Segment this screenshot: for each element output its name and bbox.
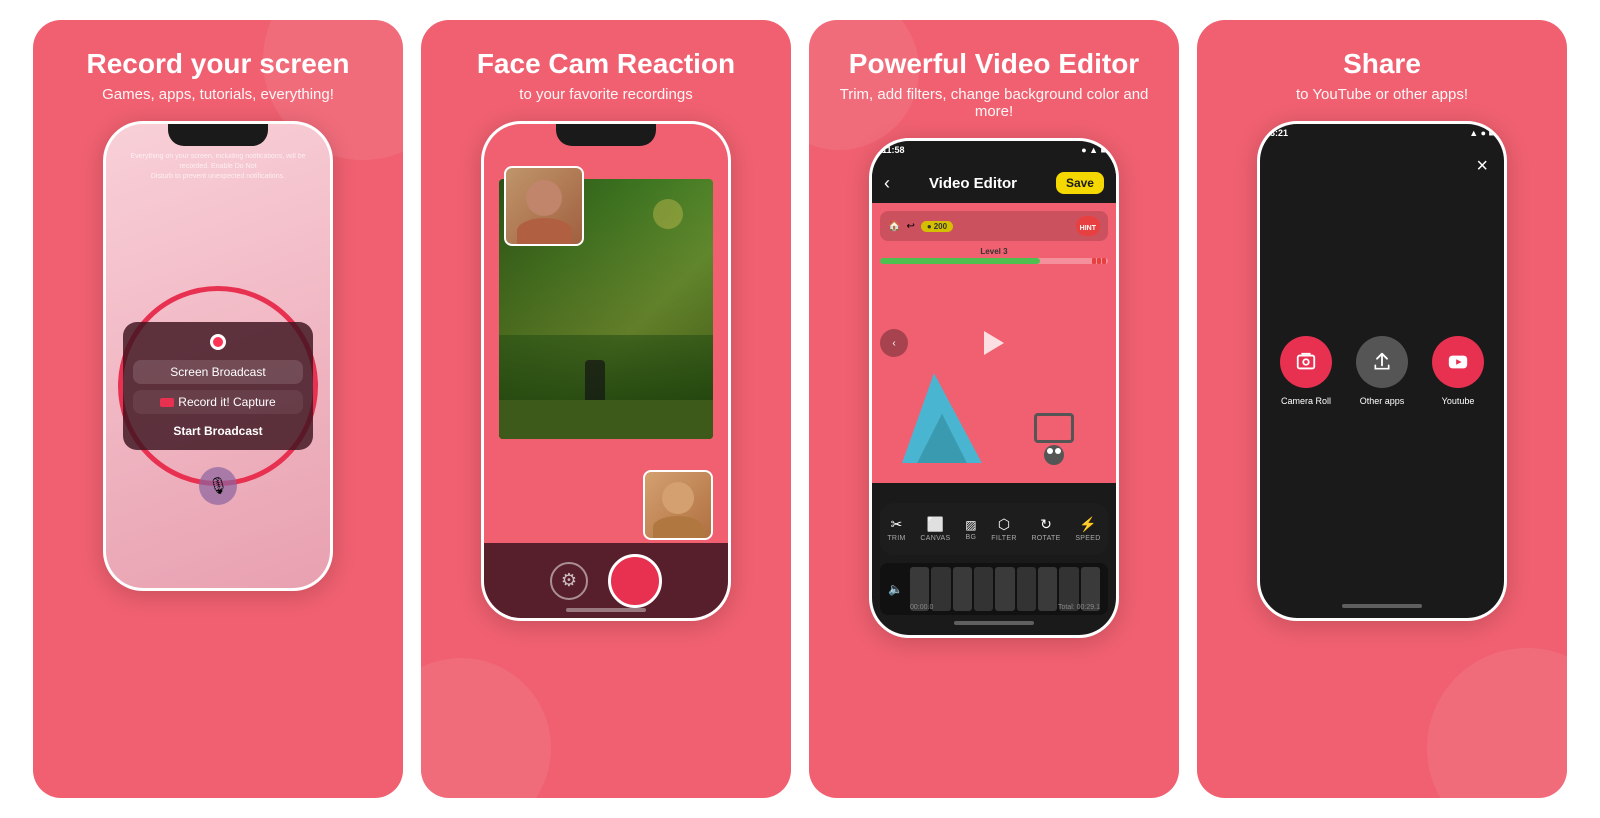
mic-icon: 🎙 — [208, 476, 228, 496]
ve-tool-trim[interactable]: ✂ TRIM — [887, 516, 905, 542]
share-time: 3:21 — [1270, 128, 1288, 138]
home-bar-2 — [566, 608, 646, 612]
ve-tool-speed[interactable]: ⚡ SPEED — [1075, 516, 1100, 542]
settings-btn[interactable]: ⚙ — [550, 562, 588, 600]
home-bar-4 — [1342, 604, 1422, 608]
phone-screen-record: Everything on your screen, including not… — [106, 124, 330, 588]
youtube-icon — [1432, 336, 1484, 388]
ve-save-btn[interactable]: Save — [1056, 172, 1104, 194]
tf-4 — [974, 567, 993, 611]
record-big-btn[interactable] — [608, 554, 662, 608]
ve-tool-filter[interactable]: ⬡ FILTER — [991, 516, 1016, 542]
tf-5 — [995, 567, 1014, 611]
ve-timeline: 🔈 Total: 00:29.1 00:00.0 — [880, 563, 1108, 615]
ve-header: ‹ Video Editor Save — [872, 163, 1116, 203]
panel-record: Record your screen Games, apps, tutorial… — [33, 20, 403, 798]
mic-button[interactable]: 🎙 — [199, 467, 237, 505]
other-apps-icon — [1356, 336, 1408, 388]
bottom-controls: ⚙ — [484, 543, 728, 618]
menu-item-record-capture[interactable]: Record it! Capture — [133, 390, 303, 414]
record-capture-label: Record it! Capture — [178, 395, 275, 409]
phone-frame-record: Everything on your screen, including not… — [103, 121, 333, 591]
share-options: Camera Roll Other apps — [1260, 336, 1504, 406]
share-option-youtube[interactable]: Youtube — [1432, 336, 1484, 406]
panels-container: Record your screen Games, apps, tutorial… — [0, 0, 1600, 818]
share-close-btn[interactable]: × — [1476, 155, 1488, 178]
ve-tool-canvas[interactable]: ⬜ CANVAS — [920, 516, 950, 542]
share-option-camera-roll[interactable]: Camera Roll — [1280, 336, 1332, 406]
ve-tool-rotate[interactable]: ↻ ROTATE — [1031, 516, 1060, 542]
face-cam-man — [643, 470, 713, 540]
ve-toolbar: ✂ TRIM ⬜ CANVAS ▨ BG ⬡ FILTER — [880, 503, 1108, 555]
tf-2 — [931, 567, 950, 611]
phone-screen-share: 3:21 ▲ ● ■ × — [1260, 124, 1504, 618]
panel-facecam: Face Cam Reaction to your favorite recor… — [421, 20, 791, 798]
home-bar-3 — [954, 621, 1034, 625]
panel-record-subtitle: Games, apps, tutorials, everything! — [102, 86, 334, 103]
panel-facecam-subtitle: to your favorite recordings — [519, 86, 692, 103]
other-apps-label: Other apps — [1360, 396, 1405, 406]
panel-videoeditor-subtitle: Trim, add filters, change background col… — [829, 86, 1159, 120]
screen-broadcast-label: Screen Broadcast — [170, 365, 265, 379]
ve-preview-back[interactable]: ‹ — [880, 329, 908, 357]
ve-tool-bg[interactable]: ▨ BG — [965, 518, 976, 541]
share-option-other-apps[interactable]: Other apps — [1356, 336, 1408, 406]
broadcast-overlay: Screen Broadcast Record it! Capture Star… — [118, 286, 318, 486]
panel-share-title: Share — [1343, 48, 1421, 80]
game-level-header: 🏠 ↩ ● 200 HINT — [880, 211, 1108, 241]
tf-3 — [953, 567, 972, 611]
panel-facecam-title: Face Cam Reaction — [477, 48, 735, 80]
start-broadcast-btn[interactable]: Start Broadcast — [133, 424, 303, 438]
tf-7 — [1038, 567, 1057, 611]
menu-item-screen-broadcast[interactable]: Screen Broadcast — [133, 360, 303, 384]
panel-videoeditor: Powerful Video Editor Trim, add filters,… — [809, 20, 1179, 798]
screen-broadcast-text: Everything on your screen, including not… — [116, 152, 320, 181]
phone-frame-facecam: ⚙ — [481, 121, 731, 621]
share-status: ▲ ● ■ — [1469, 128, 1494, 138]
ve-status: ● ▲ ■ — [1081, 145, 1106, 155]
camera-roll-label: Camera Roll — [1281, 396, 1331, 406]
phone-screen-facecam: ⚙ — [484, 124, 728, 618]
ve-back-btn[interactable]: ‹ — [884, 173, 890, 194]
face-cam-woman — [504, 166, 584, 246]
ve-preview: 🏠 ↩ ● 200 HINT Level 3 — [872, 203, 1116, 483]
panel-share-subtitle: to YouTube or other apps! — [1296, 86, 1468, 103]
phone-frame-share: 3:21 ▲ ● ■ × — [1257, 121, 1507, 621]
phone-frame-videoeditor: 11:58 ● ▲ ■ ‹ Video Editor Save 🏠 ↩ — [869, 138, 1119, 638]
ve-title: Video Editor — [929, 175, 1017, 192]
ve-illustration — [902, 303, 1086, 463]
camera-roll-icon — [1280, 336, 1332, 388]
share-header: × — [1260, 146, 1504, 186]
ve-volume-icon[interactable]: 🔈 — [888, 582, 903, 596]
ve-time: 11:58 — [882, 145, 905, 155]
broadcast-menu: Screen Broadcast Record it! Capture Star… — [123, 322, 313, 450]
panel-share: Share to YouTube or other apps! 3:21 ▲ ●… — [1197, 20, 1567, 798]
phone-notch-2 — [556, 124, 656, 146]
phone-notch-1 — [168, 124, 268, 146]
ve-play-btn[interactable] — [984, 331, 1004, 355]
phone-screen-videoeditor: 11:58 ● ▲ ■ ‹ Video Editor Save 🏠 ↩ — [872, 141, 1116, 635]
level-progress-bar — [880, 258, 1108, 264]
youtube-label: Youtube — [1442, 396, 1475, 406]
tf-6 — [1017, 567, 1036, 611]
